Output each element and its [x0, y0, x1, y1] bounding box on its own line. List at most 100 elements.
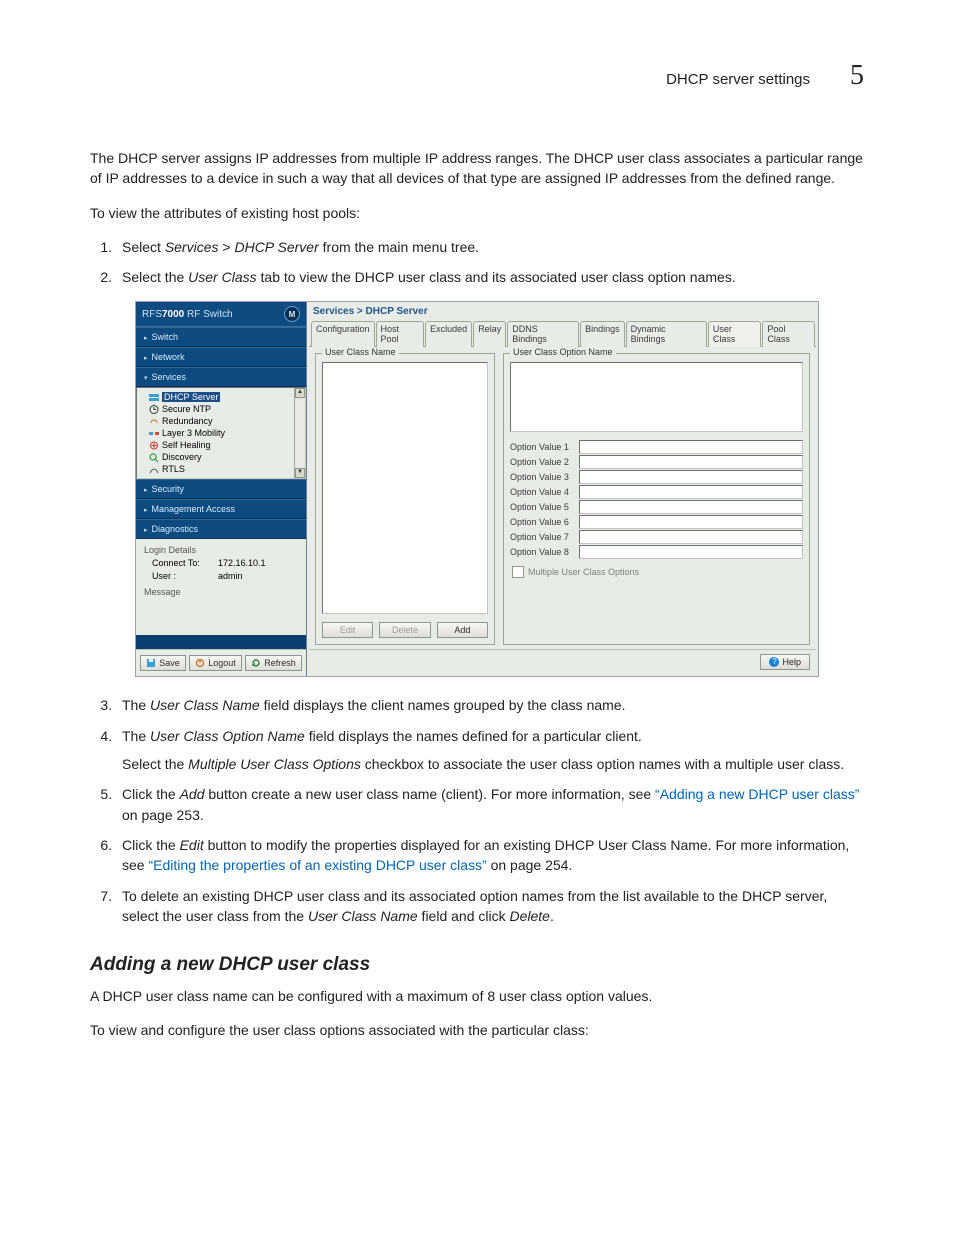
step-2-c: tab to view the DHCP user class and its …	[257, 269, 736, 285]
tree-l3-label: Layer 3 Mobility	[162, 428, 225, 438]
tab-ddns-bindings[interactable]: DDNS Bindings	[507, 321, 579, 347]
steps-list-1: Select Services > DHCP Server from the m…	[90, 237, 864, 288]
option-value-5-field[interactable]	[579, 500, 803, 514]
tree-redundancy[interactable]: Redundancy	[143, 415, 302, 427]
product-title: RFS7000 RF Switch M	[136, 302, 306, 327]
help-button[interactable]: ? Help	[760, 654, 810, 670]
step-1-services: Services	[165, 239, 219, 255]
tab-host-pool[interactable]: Host Pool	[376, 321, 425, 347]
connect-to-value: 172.16.10.1	[218, 558, 266, 568]
tab-bar: Configuration Host Pool Excluded Relay D…	[309, 320, 816, 347]
sidebar-item-services[interactable]: Services	[136, 367, 306, 387]
option-value-1-field[interactable]	[579, 440, 803, 454]
sidebar-item-security[interactable]: Security	[136, 479, 306, 499]
save-button[interactable]: Save	[140, 655, 186, 671]
tree-dhcp-server[interactable]: DHCP Server	[143, 391, 302, 403]
refresh-button[interactable]: Refresh	[245, 655, 302, 671]
edit-button[interactable]: Edit	[322, 622, 373, 638]
sidebar-item-management-access[interactable]: Management Access	[136, 499, 306, 519]
option-value-3-field[interactable]	[579, 470, 803, 484]
user-label: User :	[152, 571, 208, 581]
link-adding-user-class[interactable]: “Adding a new DHCP user class”	[655, 786, 859, 802]
option-value-6-field[interactable]	[579, 515, 803, 529]
login-details-panel: Login Details Connect To: 172.16.10.1 Us…	[136, 539, 306, 635]
rtls-icon	[149, 465, 159, 474]
user-class-option-name-group: User Class Option Name Option Value 1 Op…	[503, 353, 810, 645]
step-1-sep: >	[219, 239, 235, 255]
tab-pool-class[interactable]: Pool Class	[762, 321, 815, 347]
section-heading: Adding a new DHCP user class	[90, 954, 864, 976]
step-1-tail: from the main menu tree.	[319, 239, 479, 255]
link-editing-user-class[interactable]: “Editing the properties of an existing D…	[148, 857, 486, 873]
save-label: Save	[159, 658, 180, 668]
option-value-7-field[interactable]	[579, 530, 803, 544]
step-4: The User Class Option Name field display…	[116, 726, 864, 775]
step-4-c: field displays the names defined for a p…	[305, 728, 642, 744]
page-header-chapter: 5	[850, 60, 864, 92]
section-p2: To view and configure the user class opt…	[90, 1020, 864, 1040]
tab-dynamic-bindings[interactable]: Dynamic Bindings	[626, 321, 707, 347]
option-value-8-field[interactable]	[579, 545, 803, 559]
tree-layer3-mobility[interactable]: Layer 3 Mobility	[143, 427, 302, 439]
multiple-user-class-options-checkbox[interactable]	[512, 566, 524, 578]
main-panel: Services > DHCP Server Configuration Hos…	[307, 302, 818, 676]
option-value-3-label: Option Value 3	[510, 472, 576, 482]
clock-icon	[149, 405, 159, 414]
tree-discovery[interactable]: Discovery	[143, 451, 302, 463]
scroll-up-icon[interactable]: ▲	[295, 388, 305, 398]
refresh-icon	[251, 658, 261, 668]
option-value-8-label: Option Value 8	[510, 547, 576, 557]
delete-button[interactable]: Delete	[379, 622, 430, 638]
tree-secure-ntp[interactable]: Secure NTP	[143, 403, 302, 415]
tree-discovery-label: Discovery	[162, 452, 202, 462]
tab-excluded[interactable]: Excluded	[425, 321, 472, 347]
user-class-name-listbox[interactable]	[322, 362, 488, 614]
multiple-user-class-options-label: Multiple User Class Options	[528, 567, 639, 577]
sidebar-item-diagnostics[interactable]: Diagnostics	[136, 519, 306, 539]
intro-paragraph: The DHCP server assigns IP addresses fro…	[90, 148, 864, 189]
user-class-option-name-listbox[interactable]	[510, 362, 803, 432]
sidebar-item-network[interactable]: Network	[136, 347, 306, 367]
option-value-4-field[interactable]	[579, 485, 803, 499]
sidebar: RFS7000 RF Switch M Switch Network Servi…	[136, 302, 307, 676]
tab-bindings[interactable]: Bindings	[580, 321, 625, 347]
step-2: Select the User Class tab to view the DH…	[116, 267, 864, 287]
user-class-option-name-legend: User Class Option Name	[510, 347, 616, 357]
tree-rtls[interactable]: RTLS	[143, 463, 302, 475]
step-7-e: .	[550, 908, 554, 924]
scroll-down-icon[interactable]: ▼	[295, 468, 305, 478]
tree-scrollbar[interactable]: ▲ ▼	[294, 388, 305, 478]
step-3-c: field displays the client names grouped …	[260, 697, 626, 713]
redundancy-icon	[149, 417, 159, 426]
option-value-2-field[interactable]	[579, 455, 803, 469]
tree-self-healing[interactable]: Self Healing	[143, 439, 302, 451]
tab-user-class[interactable]: User Class	[708, 321, 762, 347]
option-value-5-label: Option Value 5	[510, 502, 576, 512]
product-prefix: RFS	[142, 309, 162, 320]
step-4-p-a: Select the	[122, 756, 188, 772]
step-7-field: User Class Name	[308, 908, 418, 924]
step-7: To delete an existing DHCP user class an…	[116, 886, 864, 927]
option-value-4-label: Option Value 4	[510, 487, 576, 497]
sidebar-item-switch[interactable]: Switch	[136, 327, 306, 347]
login-details-title: Login Details	[144, 545, 300, 555]
product-model: 7000	[162, 309, 184, 320]
option-value-7-label: Option Value 7	[510, 532, 576, 542]
tab-relay[interactable]: Relay	[473, 321, 506, 347]
self-heal-icon	[149, 441, 159, 450]
breadcrumb: Services > DHCP Server	[309, 304, 816, 320]
message-title: Message	[144, 587, 300, 597]
step-3-field: User Class Name	[150, 697, 260, 713]
tab-configuration[interactable]: Configuration	[311, 321, 375, 347]
connect-to-label: Connect To:	[152, 558, 208, 568]
product-suffix: RF Switch	[184, 309, 232, 320]
step-6-d: on page 254.	[487, 857, 573, 873]
sidebar-bottom-buttons: Save Logout Refresh	[136, 649, 306, 676]
step-3-a: The	[122, 697, 150, 713]
step-7-btn: Delete	[510, 908, 550, 924]
step-4-a: The	[122, 728, 150, 744]
add-button[interactable]: Add	[437, 622, 488, 638]
section-p1: A DHCP user class name can be configured…	[90, 986, 864, 1006]
logout-button[interactable]: Logout	[189, 655, 242, 671]
option-value-2-label: Option Value 2	[510, 457, 576, 467]
